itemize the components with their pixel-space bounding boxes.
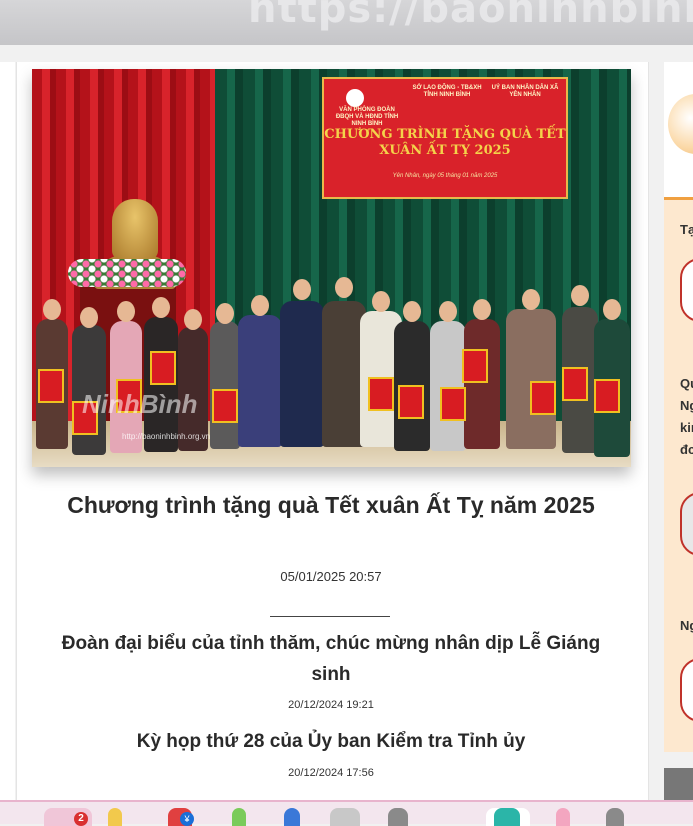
person-head	[184, 309, 202, 330]
person	[280, 301, 324, 447]
sidebar-banner	[664, 62, 693, 198]
banner-title-line2: XUÂN ẤT TỴ 2025	[379, 143, 511, 158]
person	[506, 309, 556, 449]
sidebar-item-title[interactable]: kiı	[680, 418, 693, 438]
sidebar-accent-stripe	[664, 197, 693, 200]
left-column-edge	[0, 62, 15, 800]
person-head	[152, 297, 170, 318]
news-item-title[interactable]: Đoàn đại biểu của tỉnh thăm, chúc mừng n…	[60, 628, 602, 690]
gift-bag	[38, 369, 64, 403]
person-head	[251, 295, 269, 316]
gift-bag	[368, 377, 394, 411]
sidebar-next-block	[664, 768, 693, 802]
photo-watermark-url: http://baoninhbinh.org.vn	[122, 432, 211, 441]
taskbar-app-icon[interactable]	[330, 808, 360, 826]
taskbar-app-icon[interactable]	[232, 808, 246, 826]
photo-watermark-logo: NinhBình	[82, 389, 198, 419]
article-date: 05/01/2025 20:57	[280, 569, 382, 584]
sidebar-thumbnail[interactable]	[680, 492, 693, 556]
banner-title: CHƯƠNG TRÌNH TẶNG QUÀ TẾT XUÂN ẤT TỴ 202…	[324, 127, 566, 159]
sidebar-item-title[interactable]: đc	[680, 440, 693, 460]
person-head	[522, 289, 540, 310]
sidebar-item-title[interactable]: Ng	[680, 396, 693, 416]
flower-arrangement	[68, 259, 186, 287]
taskbar-app-icon[interactable]	[494, 808, 520, 826]
banner-org-1: VĂN PHÒNG ĐOÀN ĐBQH VÀ HĐND TỈNH NINH BÌ…	[335, 107, 399, 127]
news-item-date: 20/12/2024 17:56	[288, 767, 374, 779]
news-item-title[interactable]: Kỳ họp thứ 28 của Ủy ban Kiểm tra Tỉnh ủ…	[60, 726, 602, 757]
person-head	[80, 307, 98, 328]
person-head	[603, 299, 621, 320]
section-divider	[270, 616, 390, 617]
taskbar-app-icon[interactable]	[388, 808, 408, 826]
sidebar-item-title[interactable]: Tạ	[680, 220, 693, 240]
taskbar-app-icon[interactable]	[108, 808, 122, 826]
person	[464, 319, 500, 449]
banner-logo-icon	[346, 89, 364, 107]
sidebar-thumbnail[interactable]	[680, 658, 693, 722]
person	[430, 321, 466, 451]
person-head	[403, 301, 421, 322]
url-text-blurred: https://baoninhbinh.org.vn	[248, 0, 693, 32]
person-head	[117, 301, 135, 322]
gift-bag	[212, 389, 238, 423]
gift-bag	[594, 379, 620, 413]
banner-title-line1: CHƯƠNG TRÌNH TẶNG QUÀ TẾT	[324, 127, 566, 142]
article-headline[interactable]: Chương trình tặng quà Tết xuân Ất Tỵ năm…	[60, 487, 602, 524]
news-item-date: 20/12/2024 19:21	[288, 699, 374, 711]
event-banner: VĂN PHÒNG ĐOÀN ĐBQH VÀ HĐND TỈNH NINH BÌ…	[322, 77, 568, 199]
banner-org-2: SỞ LAO ĐỘNG - TB&XH TỈNH NINH BÌNH	[412, 85, 482, 98]
gift-bag	[398, 385, 424, 419]
banner-date: Yên Nhân, ngày 05 tháng 01 năm 2025	[392, 173, 498, 179]
person-head	[216, 303, 234, 324]
browser-top-bar: https://baoninhbinh.org.vn	[0, 0, 693, 45]
person-head	[473, 299, 491, 320]
person-head	[571, 285, 589, 306]
sidebar-item-title[interactable]: Qu	[680, 374, 693, 394]
taskbar-app-icon[interactable]	[284, 808, 300, 826]
sidebar-banner-image	[668, 94, 693, 154]
article-photo[interactable]: VĂN PHÒNG ĐOÀN ĐBQH VÀ HĐND TỈNH NINH BÌ…	[32, 69, 631, 467]
person-head	[335, 277, 353, 298]
person	[210, 321, 240, 449]
os-taskbar	[0, 800, 693, 826]
sidebar-thumbnail[interactable]	[680, 258, 693, 322]
banner-org-3: UỶ BAN NHÂN DÂN XÃ YÊN NHÂN	[491, 85, 559, 98]
bust-statue	[112, 199, 158, 259]
gift-bag	[562, 367, 588, 401]
gift-bag	[530, 381, 556, 415]
taskbar-app-icon[interactable]	[556, 808, 570, 826]
gift-bag	[440, 387, 466, 421]
sidebar-item-title[interactable]: Ng	[680, 616, 693, 636]
person-head	[43, 299, 61, 320]
gift-bag	[462, 349, 488, 383]
person-head	[439, 301, 457, 322]
person-head	[372, 291, 390, 312]
right-sidebar: Tạ Qu Ng kiı đc Ng	[664, 62, 693, 752]
taskbar-app-icon[interactable]	[606, 808, 624, 826]
person	[238, 315, 282, 447]
gift-bag	[150, 351, 176, 385]
person-head	[293, 279, 311, 300]
